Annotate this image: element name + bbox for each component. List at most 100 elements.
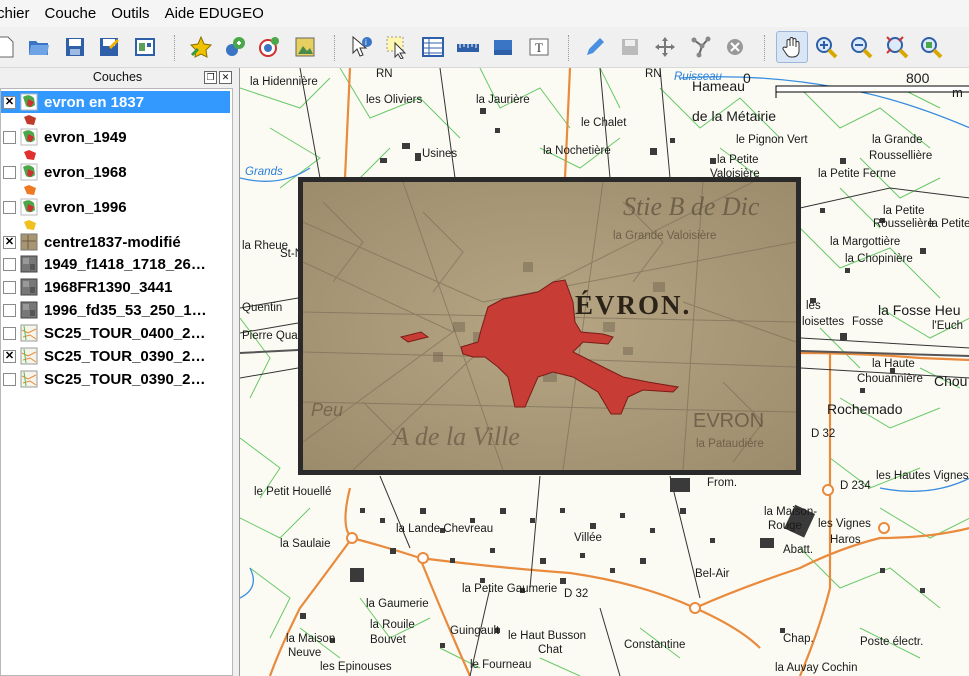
menu-outils[interactable]: Outils: [111, 5, 158, 22]
select-icon[interactable]: [384, 34, 410, 60]
map-place-label: Villée: [574, 532, 602, 544]
layer-visibility-checkbox[interactable]: [3, 372, 16, 386]
layer-row[interactable]: evron_1996: [1, 196, 230, 218]
map-place-label: la Gaumerie: [366, 598, 429, 610]
layer-visibility-checkbox[interactable]: [3, 280, 16, 294]
open-project-icon[interactable]: [26, 34, 52, 60]
map-place-label: la Maison: [286, 633, 336, 645]
map-place-label: les: [806, 300, 821, 312]
map-place-label: Poste électr.: [860, 636, 924, 648]
map-place-label: le Fourneau: [470, 659, 532, 671]
pan-icon[interactable]: [776, 31, 808, 63]
layer-visibility-checkbox[interactable]: [3, 326, 16, 340]
map-place-label: la Maison-: [764, 506, 818, 518]
layer-visibility-checkbox[interactable]: [3, 200, 16, 214]
layer-row[interactable]: 1968FR1390_3441: [1, 276, 230, 298]
map-place-label: la Auvay Cochin: [775, 662, 858, 674]
layer-row[interactable]: ✕ SC25_TOUR_0390_2…: [1, 345, 230, 367]
new-project-icon[interactable]: [0, 34, 18, 60]
layer-visibility-checkbox[interactable]: [3, 165, 16, 179]
map-canvas[interactable]: la Hidennière les Oliviers la Jaurière le C…: [239, 68, 969, 676]
map-place-label: la Nochetière: [543, 145, 611, 157]
layer-row[interactable]: SC25_TOUR_0390_2…: [1, 368, 230, 390]
layer-row[interactable]: 1949_f1418_1718_26…: [1, 253, 230, 275]
layers-panel-title: Couches: [92, 70, 143, 84]
map-place-label: Constantine: [624, 639, 686, 651]
layer-visibility-checkbox[interactable]: ✕: [3, 235, 16, 249]
map-place-label: les Oliviers: [366, 94, 423, 106]
map-place-label: de la Métairie: [692, 108, 777, 124]
layer-visibility-checkbox[interactable]: [3, 303, 16, 317]
save-project-icon[interactable]: [62, 34, 88, 60]
close-panel-icon[interactable]: ✕: [219, 71, 232, 84]
identify-icon[interactable]: i: [348, 34, 374, 60]
map-place-label: Chou: [934, 373, 968, 389]
layers-list[interactable]: ✕ evron en 1837 evron_1949 evron_1968 evron_…: [0, 88, 233, 676]
map-place-label: les Epinouses: [320, 661, 392, 673]
print-composer-icon[interactable]: [132, 34, 158, 60]
move-feature-icon[interactable]: [652, 34, 678, 60]
float-panel-icon[interactable]: ❐: [204, 71, 217, 84]
map-place-label: Neuve: [288, 647, 322, 659]
edit-pencil-icon[interactable]: [582, 34, 608, 60]
menu-fichier[interactable]: chier: [0, 5, 39, 22]
topo-map-icon: [20, 347, 38, 365]
layer-name: evron_1949: [44, 128, 127, 146]
text-annotation-icon[interactable]: T: [526, 34, 552, 60]
map-place-label: la Petite: [717, 154, 759, 166]
layer-visibility-checkbox[interactable]: ✕: [3, 349, 16, 363]
layer-row[interactable]: SC25_TOUR_0400_2…: [1, 322, 230, 344]
layer-visibility-checkbox[interactable]: [3, 130, 16, 144]
overlay-label-evron-small: EVRON: [693, 410, 765, 432]
map-place-label: la Petite: [929, 218, 969, 230]
add-raster-icon[interactable]: [222, 34, 248, 60]
add-wms-icon[interactable]: [256, 34, 282, 60]
map-place-label: Usines: [422, 148, 458, 160]
map-place-label: le Pignon Vert: [736, 134, 808, 146]
map-place-label: la Hidennière: [250, 76, 318, 88]
map-place-label: la Fosse Heu: [878, 302, 961, 318]
layer-name: 1949_f1418_1718_26…: [44, 255, 206, 273]
map-place-label: Rouge: [768, 520, 802, 532]
map-place-label: RN: [645, 68, 662, 80]
attribute-table-icon[interactable]: [420, 34, 446, 60]
map-place-label: le Chalet: [581, 117, 627, 129]
aerial-photo-icon: [20, 255, 38, 273]
map-place-label: les Hautes Vignes: [876, 470, 969, 482]
layer-name: 1968FR1390_3441: [44, 278, 173, 296]
layer-row[interactable]: 1996_fd35_53_250_1…: [1, 299, 230, 321]
layer-row[interactable]: ✕ evron en 1837: [1, 91, 230, 113]
layer-row[interactable]: ✕ centre1837-modifié: [1, 231, 230, 253]
layers-panel-header: Couches ❐ ✕: [0, 68, 235, 87]
layer-row[interactable]: evron_1949: [1, 126, 230, 148]
map-place-label: la Petite Ferme: [818, 168, 896, 180]
zoom-layer-icon[interactable]: [918, 34, 944, 60]
zoom-full-icon[interactable]: [884, 34, 910, 60]
measure-icon[interactable]: [455, 34, 481, 60]
layer-row[interactable]: evron_1968: [1, 161, 230, 183]
menu-aide[interactable]: Aide EDUGEO: [165, 5, 273, 22]
map-tips-icon[interactable]: [490, 34, 516, 60]
scale-end: 800: [906, 70, 930, 86]
map-place-label: la Petite: [883, 205, 925, 217]
delete-feature-icon[interactable]: [722, 34, 748, 60]
layer-name: evron_1996: [44, 198, 127, 216]
zoom-in-icon[interactable]: [813, 34, 839, 60]
add-layer-icon[interactable]: [292, 34, 318, 60]
raster-layer-icon: [20, 233, 38, 251]
zoom-out-icon[interactable]: [848, 34, 874, 60]
scale-unit: m: [952, 85, 963, 100]
node-tool-icon[interactable]: [688, 34, 714, 60]
map-place-label: D 32: [811, 428, 836, 440]
layers-panel: Couches ❐ ✕ ✕ evron en 1837 evron_1949evro…: [0, 68, 235, 676]
map-place-label: Bel-Air: [695, 568, 730, 580]
save-edits-icon[interactable]: [617, 34, 643, 60]
map-place-label: la Jaurière: [476, 94, 530, 106]
menu-couche[interactable]: Couche: [45, 5, 106, 22]
add-vector-icon[interactable]: [188, 34, 214, 60]
layer-visibility-checkbox[interactable]: [3, 257, 16, 271]
layer-visibility-checkbox[interactable]: ✕: [3, 95, 16, 109]
map-place-label: Ruisseau: [674, 71, 722, 83]
save-as-icon[interactable]: [96, 34, 122, 60]
layer-name: 1996_fd35_53_250_1…: [44, 301, 207, 319]
